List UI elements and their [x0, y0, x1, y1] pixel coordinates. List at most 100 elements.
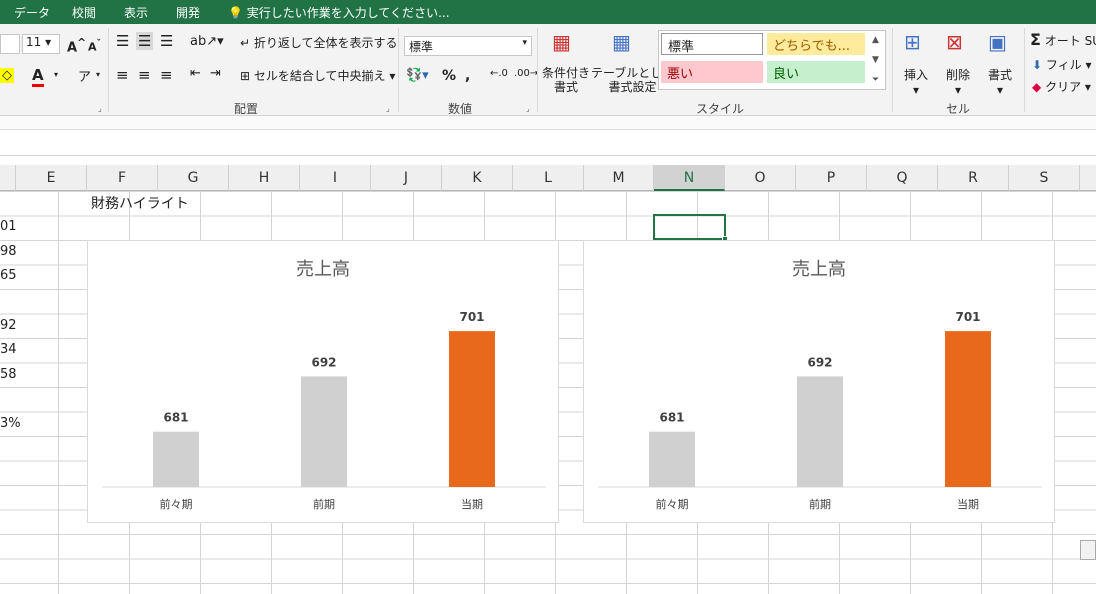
gallery-scroll-icon[interactable]: ▲ ▼ ⏷ [872, 30, 879, 90]
data-label: 681 [659, 411, 684, 425]
cell-value[interactable]: 65 [0, 268, 17, 283]
column-header-g[interactable]: G [158, 165, 229, 191]
delete-button[interactable]: 削除 ▾ [946, 66, 970, 97]
chevron-down-icon: ▾ [522, 38, 527, 48]
cell-value[interactable]: 98 [0, 244, 17, 259]
clear-label: クリア [1045, 80, 1082, 94]
column-header-i[interactable]: I [300, 165, 371, 191]
increase-font-icon[interactable]: A^ [67, 36, 86, 55]
style-good[interactable]: 良い [767, 61, 865, 83]
cell-f1-title[interactable]: 財務ハイライト [91, 193, 189, 213]
orientation-icon[interactable]: ab↗▾ [190, 34, 224, 49]
comma-icon[interactable]: , [465, 68, 470, 84]
chevron-down-icon[interactable]: ▾ [96, 70, 100, 79]
increase-decimal-icon[interactable]: ←.0 [490, 68, 508, 79]
alignment-group-label: 配置 [234, 102, 259, 116]
align-bottom-icon[interactable]: ☰ [160, 32, 173, 50]
data-label: 701 [955, 310, 980, 324]
separator [1024, 28, 1025, 112]
column-header-q[interactable]: Q [867, 165, 938, 191]
column-header-k[interactable]: K [442, 165, 513, 191]
format-cells-icon: ▣ [988, 30, 1007, 54]
dialog-launcher-icon[interactable]: ⌟ [98, 104, 102, 113]
font-name-dropdown[interactable] [0, 34, 20, 54]
phonetic-icon[interactable]: ア [78, 66, 91, 85]
ribbon: 11 ▾ A^ Aˇ ◇ A ▾ ア ▾ ⌟ ☰ ☰ ☰ ab↗▾ ↵ 折り返し… [0, 24, 1096, 116]
bar-当期[interactable] [449, 331, 495, 487]
column-header-f[interactable]: F [87, 165, 158, 191]
align-left-icon[interactable]: ≡ [116, 66, 129, 84]
number-format-dropdown[interactable]: 標準 ▾ [404, 36, 532, 56]
font-color-icon[interactable]: A [32, 66, 44, 87]
column-header-partial[interactable] [0, 165, 16, 191]
tab-view[interactable]: 表示 [124, 4, 148, 21]
decrease-decimal-icon[interactable]: .00→ [514, 68, 538, 79]
column-header-n[interactable]: N [654, 165, 725, 191]
insert-button[interactable]: 挿入 ▾ [904, 66, 928, 97]
column-header-r[interactable]: R [938, 165, 1009, 191]
accounting-format-icon[interactable]: 💱▾ [406, 68, 429, 83]
sales-chart-left[interactable]: 売上高 681 前々期 692 前期 701 当期 [87, 240, 559, 523]
column-header-o[interactable]: O [725, 165, 796, 191]
autosum-button[interactable]: Σ オート SU [1030, 30, 1096, 49]
merge-center-label: セルを結合して中央揃え [253, 69, 386, 83]
insert-label: 挿入 [904, 68, 929, 82]
bar-前々期[interactable] [649, 431, 695, 487]
tab-developer[interactable]: 開発 [176, 4, 200, 21]
fill-color-icon[interactable]: ◇ [0, 68, 14, 83]
sales-chart-right[interactable]: 売上高 681 前々期 692 前期 701 当期 [583, 240, 1055, 523]
paste-options-icon[interactable] [1080, 540, 1096, 560]
formula-bar[interactable] [0, 130, 1096, 156]
align-right-icon[interactable]: ≡ [160, 66, 173, 84]
number-format-value: 標準 [409, 40, 434, 54]
column-header-m[interactable]: M [584, 165, 654, 191]
font-size-dropdown[interactable]: 11 ▾ [22, 34, 60, 54]
category-tick-label: 当期 [957, 497, 979, 511]
style-normal[interactable]: 標準 [661, 33, 763, 55]
cell-value[interactable]: 58 [0, 367, 17, 382]
tell-me-box[interactable]: 💡 実行したい作業を入力してください... [228, 4, 450, 21]
active-cell[interactable] [653, 214, 728, 242]
column-header-l[interactable]: L [513, 165, 584, 191]
chevron-down-icon[interactable]: ▾ [54, 70, 58, 79]
tab-data[interactable]: データ [14, 4, 50, 21]
percent-icon[interactable]: % [442, 68, 456, 84]
cell-value[interactable]: 3% [0, 416, 21, 431]
bar-前々期[interactable] [153, 431, 199, 487]
tell-me-text: 実行したい作業を入力してください... [246, 6, 450, 20]
style-bad[interactable]: 悪い [661, 61, 763, 83]
column-header-e[interactable]: E [16, 165, 87, 191]
lightbulb-icon: 💡 [228, 6, 243, 20]
conditional-format-icon: ▦ [552, 30, 571, 54]
ribbon-collapse-strip [0, 116, 1096, 130]
fill-button[interactable]: ⬇ フィル ▾ [1032, 56, 1092, 73]
bar-当期[interactable] [945, 331, 991, 487]
bar-前期[interactable] [301, 376, 347, 487]
cell-value[interactable]: 92 [0, 318, 17, 333]
bar-前期[interactable] [797, 376, 843, 487]
align-center-icon[interactable]: ≡ [138, 66, 151, 84]
align-middle-icon[interactable]: ☰ [136, 32, 154, 50]
column-header-j[interactable]: J [371, 165, 442, 191]
decrease-font-icon[interactable]: Aˇ [88, 38, 101, 54]
merge-center-button[interactable]: ⊞ セルを結合して中央揃え ▾ [240, 67, 395, 84]
dialog-launcher-icon[interactable]: ⌟ [526, 104, 530, 113]
align-top-icon[interactable]: ☰ [116, 32, 129, 50]
number-group-label: 数値 [448, 102, 473, 116]
column-header-p[interactable]: P [796, 165, 867, 191]
column-header-h[interactable]: H [229, 165, 300, 191]
column-header-s[interactable]: S [1009, 165, 1080, 191]
tab-review[interactable]: 校閲 [72, 4, 96, 21]
clear-button[interactable]: ◆ クリア ▾ [1032, 78, 1091, 95]
format-button[interactable]: 書式 ▾ [988, 66, 1012, 97]
conditional-format-button[interactable]: 条件付き 書式 [542, 66, 590, 94]
decrease-indent-icon[interactable]: ⇤ [190, 66, 201, 81]
delete-cells-icon: ⊠ [946, 30, 963, 54]
increase-indent-icon[interactable]: ⇥ [210, 66, 221, 81]
cell-value[interactable]: 01 [0, 219, 17, 234]
cell-value[interactable]: 34 [0, 342, 17, 357]
style-neutral[interactable]: どちらでも... [767, 33, 865, 55]
wrap-text-button[interactable]: ↵ 折り返して全体を表示する [240, 34, 398, 51]
dialog-launcher-icon[interactable]: ⌟ [386, 104, 390, 113]
delete-label: 削除 [946, 68, 971, 82]
